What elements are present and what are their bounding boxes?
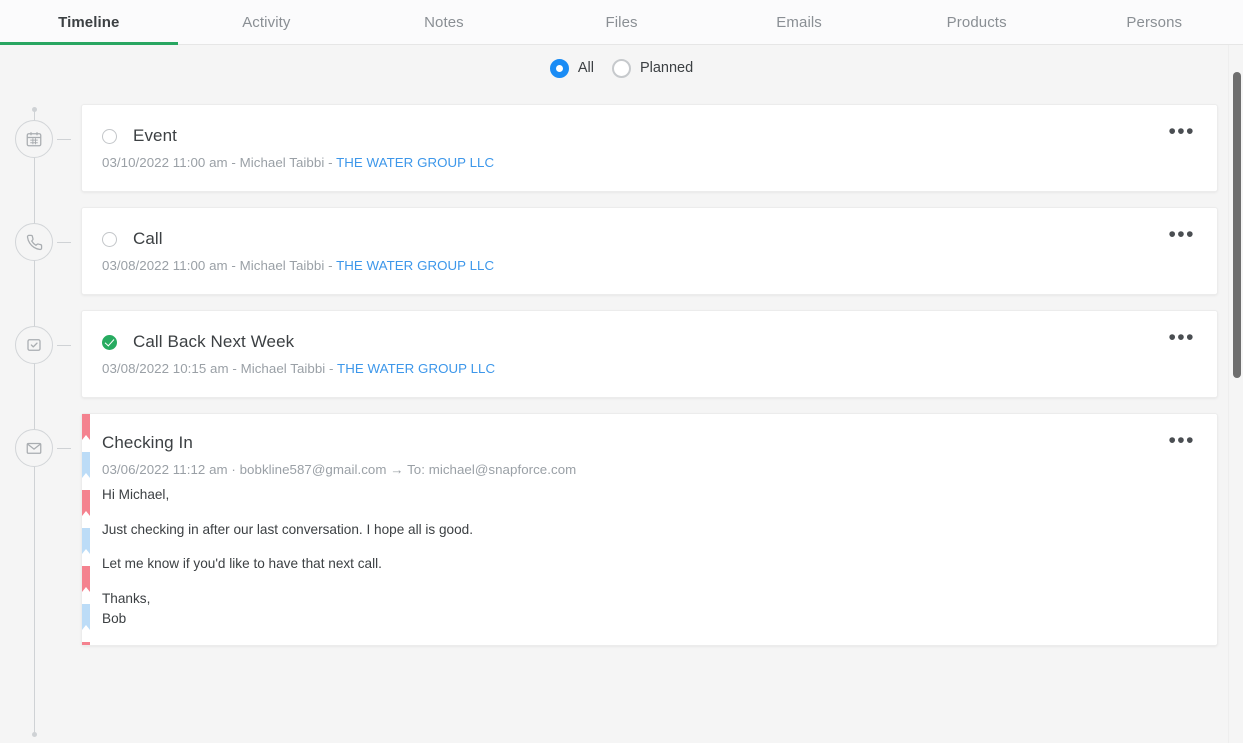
timeline-connector (57, 448, 71, 449)
timeline-entry: Call Back Next Week ••• 03/08/2022 10:15… (0, 310, 1243, 398)
card-meta: 03/06/2022 11:12 am · bobkline587@gmail.… (102, 462, 577, 477)
card-header: Checking In ••• (82, 414, 1217, 453)
email-body-line: Hi Michael, (102, 487, 170, 502)
radio-all[interactable] (549, 58, 569, 78)
tab-emails[interactable]: Emails (710, 0, 888, 44)
account-link[interactable]: THE WATER GROUP LLC (336, 258, 494, 273)
card-header: Call Back Next Week ••• (82, 311, 1217, 352)
task-icon (15, 326, 53, 364)
timeline-card-task[interactable]: Call Back Next Week ••• 03/08/2022 10:15… (81, 310, 1218, 398)
filter-option-all[interactable]: All (549, 58, 594, 78)
radio-planned[interactable] (611, 58, 631, 78)
timeline-connector (57, 139, 71, 140)
calendar-icon (15, 120, 53, 158)
card-header: Event ••• (82, 105, 1217, 146)
tab-label: Emails (776, 13, 822, 31)
status-toggle[interactable] (102, 231, 117, 247)
timeline-list: Event ••• 03/10/2022 11:00 am - Michael … (0, 91, 1243, 646)
account-link[interactable]: THE WATER GROUP LLC (336, 155, 494, 170)
tab-label: Products (946, 13, 1007, 31)
card-title: Event (133, 126, 177, 145)
tab-label: Persons (1126, 13, 1183, 31)
timeline-card-email[interactable]: Checking In ••• 03/06/2022 11:12 am · bo… (81, 413, 1218, 646)
email-body: Hi Michael, Just checking in after our l… (82, 485, 1217, 645)
phone-icon (15, 223, 53, 261)
tab-persons[interactable]: Persons (1065, 0, 1243, 44)
timeline-entry: Event ••• 03/10/2022 11:00 am - Michael … (0, 104, 1243, 192)
card-title: Call (133, 229, 163, 248)
tab-bar: Timeline Activity Notes Files Emails Pro… (0, 0, 1243, 45)
timeline-card-call[interactable]: Call ••• 03/08/2022 11:00 am - Michael T… (81, 207, 1218, 295)
timeline-entry: Checking In ••• 03/06/2022 11:12 am · bo… (0, 413, 1243, 646)
tab-activity[interactable]: Activity (178, 0, 356, 44)
tab-files[interactable]: Files (533, 0, 711, 44)
radio-all-label: All (577, 60, 594, 76)
card-title: Checking In (102, 433, 193, 452)
card-meta-text: 03/10/2022 11:00 am - Michael Taibbi - (102, 155, 337, 170)
timeline-entry: Call ••• 03/08/2022 11:00 am - Michael T… (0, 207, 1243, 295)
card-meta-text: 03/08/2022 10:15 am - Michael Taibbi - (102, 361, 338, 376)
card-meta: 03/10/2022 11:00 am - Michael Taibbi - T… (82, 146, 1217, 191)
tab-notes[interactable]: Notes (355, 0, 533, 44)
card-menu-button[interactable]: ••• (1166, 224, 1197, 250)
email-body-line: Let me know if you'd like to have that n… (102, 556, 382, 572)
tab-label: Timeline (58, 13, 120, 31)
status-toggle[interactable] (102, 128, 117, 144)
email-body-line: Bob (102, 610, 127, 626)
status-toggle-completed[interactable] (102, 334, 117, 350)
card-meta-text: 03/08/2022 11:00 am - Michael Taibbi - (102, 258, 337, 273)
email-body-line: Just checking in after our last conversa… (102, 521, 474, 537)
timeline-scroll-area[interactable]: Event ••• 03/10/2022 11:00 am - Michael … (0, 91, 1243, 743)
card-title: Call Back Next Week (133, 332, 295, 351)
tab-label: Activity (242, 13, 291, 31)
card-meta: 03/08/2022 11:00 am - Michael Taibbi - T… (82, 249, 1217, 294)
tab-timeline[interactable]: Timeline (0, 0, 178, 45)
scrollbar-thumb[interactable] (1233, 72, 1241, 378)
account-link[interactable]: THE WATER GROUP LLC (337, 361, 495, 376)
card-meta: 03/08/2022 10:15 am - Michael Taibbi - T… (82, 352, 1217, 397)
radio-planned-label: Planned (639, 60, 694, 76)
scrollbar-track[interactable] (1228, 45, 1243, 743)
timeline-card-event[interactable]: Event ••• 03/10/2022 11:00 am - Michael … (81, 104, 1218, 192)
card-menu-button[interactable]: ••• (1166, 327, 1197, 353)
timeline-connector (57, 345, 71, 346)
timeline-connector (57, 242, 71, 243)
filter-bar: All Planned (0, 45, 1243, 91)
envelope-icon (15, 429, 53, 467)
filter-option-planned[interactable]: Planned (611, 58, 694, 78)
email-body-line: Thanks, (102, 591, 151, 607)
tab-label: Files (605, 13, 638, 31)
tab-label: Notes (424, 13, 464, 31)
tab-products[interactable]: Products (888, 0, 1066, 44)
card-menu-button[interactable]: ••• (1166, 121, 1197, 147)
card-header: Call ••• (82, 208, 1217, 249)
card-menu-button[interactable]: ••• (1166, 430, 1197, 456)
